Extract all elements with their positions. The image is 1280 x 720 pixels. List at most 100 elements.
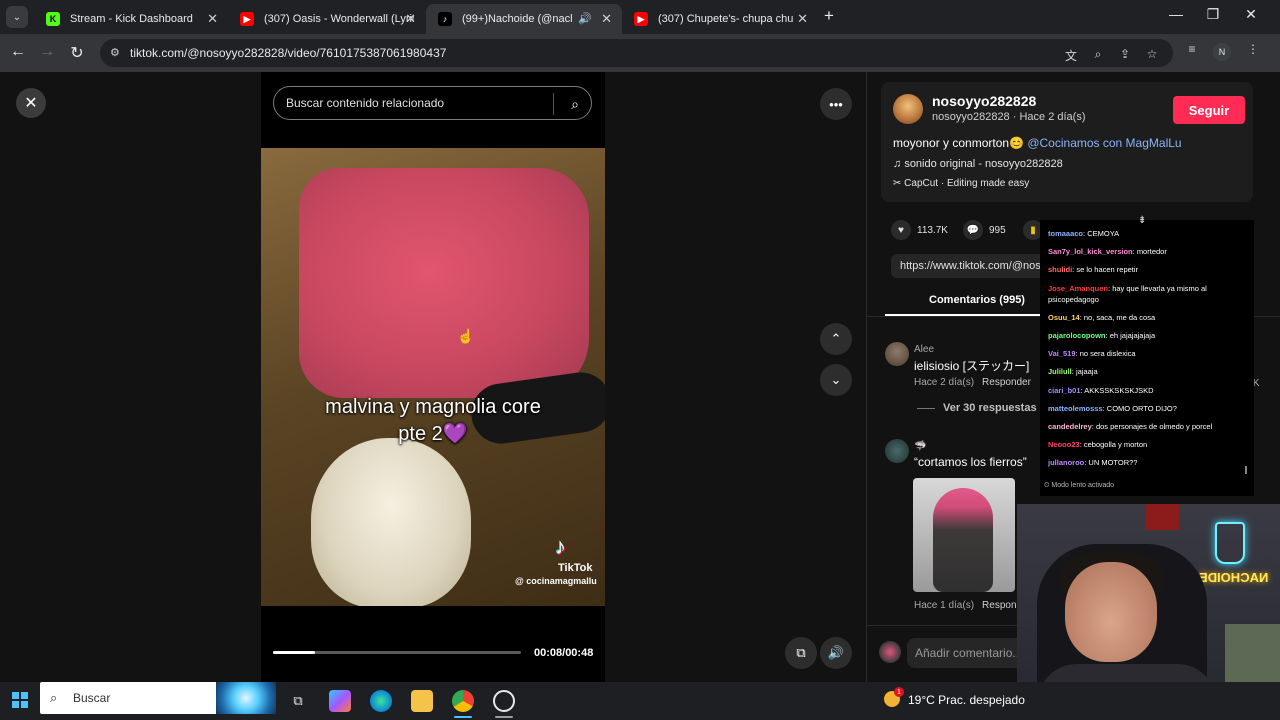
next-video-chevron-down-icon[interactable]: ⌄ bbox=[820, 364, 852, 396]
tab-oasis-wonderwall[interactable]: ▶ (307) Oasis - Wonderwall (Lyrics) ✕ bbox=[228, 4, 426, 34]
search-icon[interactable]: ⌕ bbox=[564, 93, 586, 115]
close-video-icon[interactable]: ✕ bbox=[16, 88, 46, 118]
slow-mode-icon: ⏲ bbox=[1044, 482, 1050, 489]
sound-name[interactable]: sonido original - nosoyyo282828 bbox=[904, 158, 1062, 170]
capcut-row[interactable]: ✂ CapCut · Editing made easy bbox=[893, 178, 1029, 189]
profile-avatar[interactable]: N bbox=[1213, 43, 1231, 61]
chat-username[interactable]: candedelrey bbox=[1048, 422, 1092, 431]
chat-text: no sera dislexica bbox=[1079, 349, 1136, 359]
chrome-active-indicator bbox=[454, 716, 472, 718]
like-stat[interactable]: ♥ 113.7K bbox=[891, 220, 948, 240]
slow-mode-notice: ⏲ Modo lento activado bbox=[1044, 482, 1115, 489]
edge-icon[interactable] bbox=[370, 690, 392, 712]
back-arrow-icon[interactable]: ← bbox=[8, 43, 28, 61]
tab-chupetes[interactable]: ▶ (307) Chupete's- chupa chupa chupa ✕ bbox=[622, 4, 818, 34]
tab-nachoide-tiktok[interactable]: ♪ (99+)Nachoide (@nachoide) 🔊 ✕ bbox=[426, 4, 622, 34]
volume-icon[interactable]: 🔊 bbox=[820, 637, 852, 669]
tab-title: (307) Oasis - Wonderwall (Lyrics) bbox=[264, 13, 414, 25]
chat-username[interactable]: ciari_b01 bbox=[1048, 386, 1081, 395]
video-stage: ✕ Buscar contenido relacionado ⌕ malvina… bbox=[0, 72, 866, 682]
chat-username[interactable]: Julilull bbox=[1048, 367, 1072, 376]
chat-scrollbar[interactable] bbox=[1245, 466, 1247, 474]
tab-search-button[interactable]: ⌄ bbox=[6, 6, 28, 28]
video-progress-bar[interactable] bbox=[273, 651, 521, 654]
media-controls-icon[interactable]: ≡ bbox=[1183, 42, 1201, 56]
chat-text: CEMOYA bbox=[1087, 229, 1120, 238]
bookmark-star-icon[interactable]: ☆ bbox=[1143, 47, 1161, 61]
chat-username[interactable]: pajarolocopown bbox=[1048, 331, 1106, 340]
previous-video-chevron-up-icon[interactable]: ⌃ bbox=[820, 323, 852, 355]
chat-username[interactable]: Neooo23 bbox=[1048, 440, 1080, 449]
chat-username[interactable]: shulidi bbox=[1048, 265, 1072, 274]
site-info-icon[interactable]: ⚙ bbox=[110, 46, 124, 60]
browser-menu-icon[interactable]: ⋮ bbox=[1244, 42, 1262, 56]
windows-start-icon[interactable] bbox=[12, 692, 28, 708]
chrome-icon[interactable] bbox=[452, 690, 474, 712]
sound-row[interactable]: ♫ sonido original - nosoyyo282828 bbox=[893, 158, 1063, 170]
close-tab-icon[interactable]: ✕ bbox=[405, 11, 416, 27]
heart-icon[interactable]: ♥ bbox=[891, 220, 911, 240]
author-username[interactable]: nosoyyo282828 bbox=[932, 93, 1036, 109]
forward-arrow-icon[interactable]: → bbox=[37, 43, 57, 61]
related-search-input[interactable]: Buscar contenido relacionado ⌕ bbox=[273, 86, 592, 120]
follow-button[interactable]: Seguir bbox=[1173, 96, 1245, 124]
chat-message: candedelrey: dos personajes de olmedo y … bbox=[1048, 421, 1213, 431]
reload-icon[interactable]: ↻ bbox=[67, 43, 87, 63]
task-view-icon[interactable]: ⧉ bbox=[287, 690, 309, 712]
comment-avatar[interactable] bbox=[885, 439, 909, 463]
video-frame-image[interactable]: malvina y magnolia core pte 2💜 ☝ ♪ TikTo… bbox=[261, 148, 605, 606]
more-options-icon[interactable]: ••• bbox=[820, 88, 852, 120]
tiktok-icon: ♪ bbox=[438, 12, 452, 26]
weather-widget[interactable]: 1 19°C Prac. despejado bbox=[884, 687, 1025, 707]
comment-author[interactable]: Alee bbox=[914, 344, 934, 355]
picture-in-picture-icon[interactable]: ⧉ bbox=[785, 637, 817, 669]
restore-icon[interactable]: ❐ bbox=[1201, 6, 1225, 23]
mouse-cursor-icon: ☝ bbox=[457, 328, 475, 344]
comment-avatar[interactable] bbox=[885, 342, 909, 366]
chat-username[interactable]: Osuu_14 bbox=[1048, 313, 1080, 322]
comment-attached-image[interactable] bbox=[913, 478, 1015, 592]
video-caption: malvina y magnolia core pte 2💜 bbox=[261, 394, 605, 448]
video-onion-shape bbox=[311, 438, 471, 606]
zoom-icon[interactable]: ⌕ bbox=[1089, 47, 1107, 62]
window-close-icon[interactable]: ✕ bbox=[1239, 6, 1263, 23]
close-tab-icon[interactable]: ✕ bbox=[207, 11, 218, 27]
taskbar-search-box[interactable]: ⌕ Buscar bbox=[40, 682, 276, 714]
url-text[interactable]: tiktok.com/@nosoyyo282828/video/76101753… bbox=[130, 46, 446, 60]
author-avatar[interactable] bbox=[893, 94, 923, 124]
search-placeholder: Buscar contenido relacionado bbox=[286, 96, 445, 110]
tab-comments[interactable]: Comentarios (995) bbox=[929, 294, 1025, 306]
chat-username[interactable]: jullanoroo bbox=[1048, 458, 1084, 467]
mention-link[interactable]: @Cocinamos con MagMalLu bbox=[1027, 136, 1181, 150]
chat-username[interactable]: San7y_lol_kick_version bbox=[1048, 247, 1133, 256]
tab-kick-dashboard[interactable]: K Stream - Kick Dashboard ✕ bbox=[34, 4, 228, 34]
close-tab-icon[interactable]: ✕ bbox=[797, 11, 808, 27]
pinned-message-icon[interactable]: ⇟ bbox=[1138, 215, 1146, 226]
chat-username[interactable]: Vai_519 bbox=[1048, 349, 1076, 358]
music-note-icon: ♫ bbox=[893, 158, 902, 170]
obs-icon[interactable] bbox=[493, 690, 515, 712]
reply-button[interactable]: Responder bbox=[982, 377, 1031, 388]
close-tab-icon[interactable]: ✕ bbox=[601, 11, 612, 27]
comment-author[interactable]: 🦈 bbox=[914, 441, 926, 452]
share-link-text[interactable]: https://www.tiktok.com/@nosoyyo282828/vi… bbox=[900, 260, 1045, 272]
chat-username[interactable]: tomaaaco bbox=[1048, 229, 1083, 238]
chat-username[interactable]: Jose_Amanquen bbox=[1048, 284, 1108, 293]
minimize-icon[interactable]: — bbox=[1164, 6, 1188, 22]
file-explorer-icon[interactable] bbox=[411, 690, 433, 712]
translate-icon[interactable]: 文 bbox=[1062, 47, 1080, 64]
comment-bubble-icon[interactable]: 💬 bbox=[963, 220, 983, 240]
chat-message: Jose_Amanquen: hay que llevarla ya mismo… bbox=[1048, 283, 1207, 304]
new-tab-button[interactable]: + bbox=[824, 6, 834, 26]
video-player[interactable]: Buscar contenido relacionado ⌕ malvina y… bbox=[261, 72, 605, 682]
copilot-icon[interactable] bbox=[329, 690, 351, 712]
address-bar[interactable]: ⚙ tiktok.com/@nosoyyo282828/video/761017… bbox=[100, 39, 1173, 67]
capcut-label[interactable]: CapCut · Editing made easy bbox=[904, 178, 1029, 189]
view-replies-button[interactable]: Ver 30 respuestas bbox=[917, 402, 1037, 414]
share-link-field[interactable]: https://www.tiktok.com/@nosoyyo282828/vi… bbox=[891, 254, 1051, 278]
chat-username[interactable]: matteolemosss bbox=[1048, 404, 1103, 413]
comment-stat[interactable]: 💬 995 bbox=[963, 220, 1006, 240]
audio-playing-icon[interactable]: 🔊 bbox=[578, 12, 592, 25]
add-comment-placeholder: Añadir comentario... bbox=[915, 646, 1023, 660]
install-app-icon[interactable]: ⇪ bbox=[1116, 47, 1134, 61]
